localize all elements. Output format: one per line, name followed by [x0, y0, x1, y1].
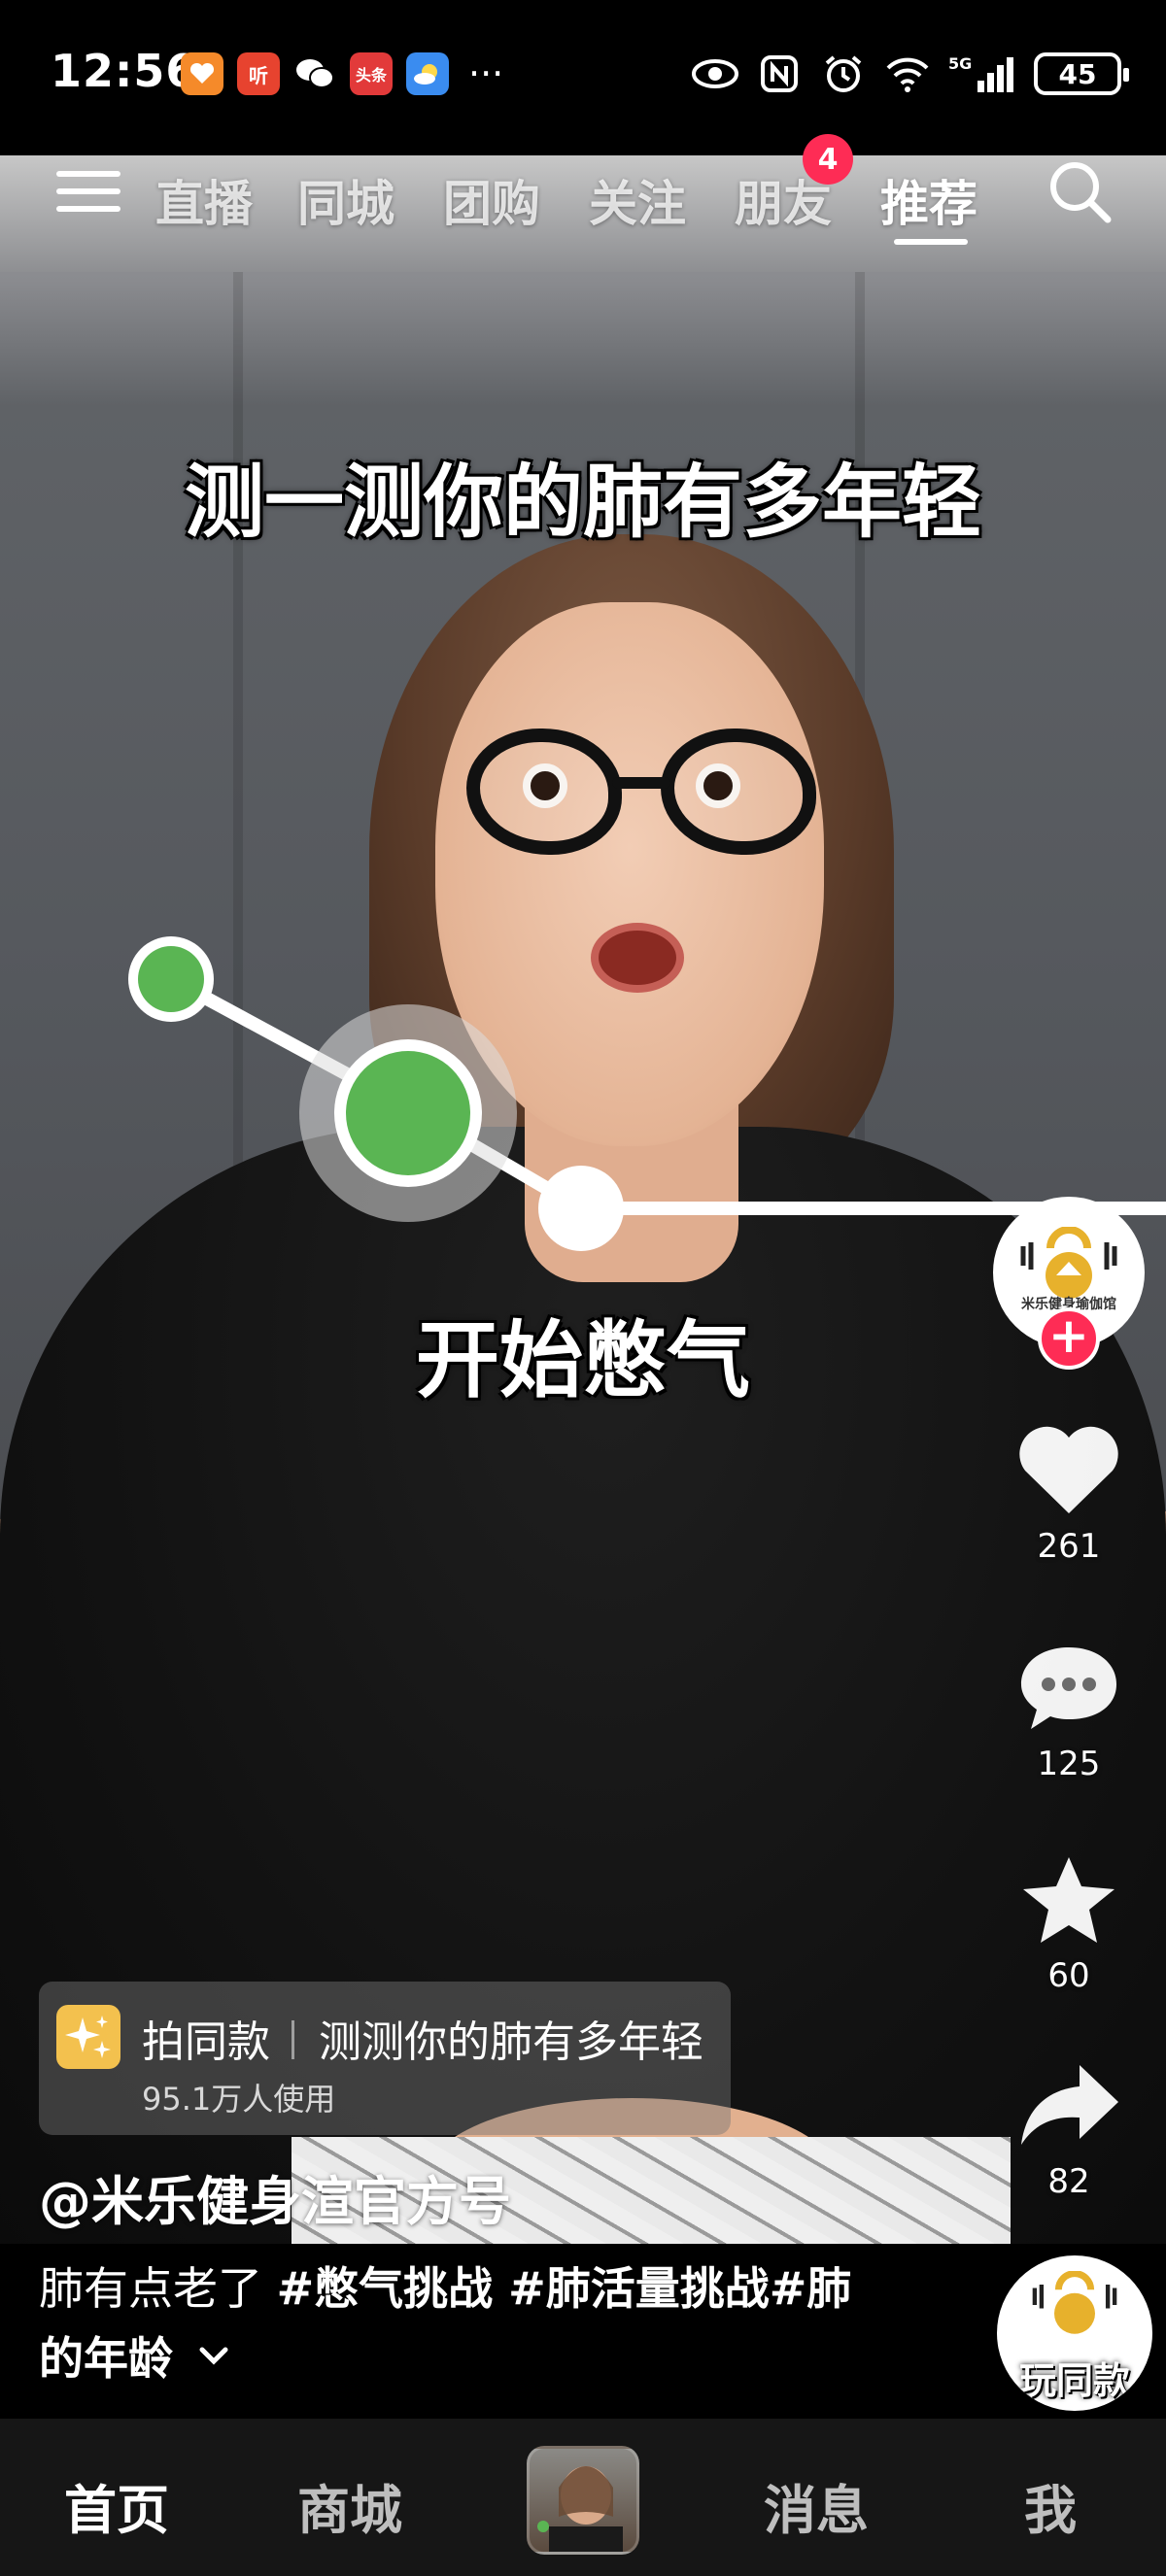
share-arrow-icon — [1021, 2065, 1118, 2145]
create-thumbnail-icon — [537, 2466, 623, 2552]
toutiao-app-icon: 头条 — [350, 52, 393, 95]
tab-nearby[interactable]: 同城 — [297, 165, 394, 235]
tab-following[interactable]: 关注 — [589, 165, 686, 235]
like-button[interactable]: 261 — [1011, 1424, 1127, 1566]
like-count: 261 — [1037, 1527, 1101, 1566]
more-notifications-icon: ··· — [468, 52, 504, 95]
wifi-icon — [884, 52, 931, 95]
nav-mall[interactable]: 商城 — [297, 2467, 402, 2544]
nfc-icon — [756, 52, 803, 95]
kettlebell-logo-icon — [1032, 2271, 1117, 2334]
taobao-icon — [181, 52, 223, 95]
battery-indicator: 45 — [1034, 52, 1129, 95]
weather-icon — [406, 52, 449, 95]
nav-me[interactable]: 我 — [1024, 2467, 1077, 2544]
play-same-button[interactable]: 玩同款 — [997, 2255, 1152, 2411]
status-app-icons: 听 头条 ··· — [181, 52, 503, 95]
comment-icon — [1021, 1647, 1116, 1729]
play-same-label: 玩同款 — [1018, 2359, 1130, 2402]
signal-5g-icon: 5G — [948, 52, 1016, 95]
author-name[interactable]: @米乐健身渲官方号 — [39, 2158, 511, 2235]
status-time: 12:56 — [51, 45, 198, 97]
video-description[interactable]: 肺有点老了 #憋气挑战 #肺活量挑战#肺 — [39, 2254, 851, 2318]
tab-recommended[interactable]: 推荐 — [880, 165, 977, 235]
tab-group-buy[interactable]: 团购 — [443, 165, 540, 235]
friends-notification-badge: 4 — [803, 134, 853, 185]
effect-name: 测测你的肺有多年轻 — [319, 2017, 703, 2067]
video-player[interactable]: 测一测你的肺有多年轻 开始憋气 — [0, 155, 1166, 2244]
description-hashtags[interactable]: #憋气挑战 #肺活量挑战#肺 — [277, 2262, 852, 2315]
sparkle-icon — [56, 2005, 120, 2069]
active-tab-indicator — [894, 239, 968, 245]
follow-button[interactable]: + — [1038, 1307, 1100, 1370]
status-bar: 12:56 听 头条 ··· 5G 45 — [0, 0, 1166, 155]
wechat-icon — [293, 52, 336, 95]
effect-label: 拍同款 — [142, 2017, 270, 2067]
system-status-icons: 5G 45 — [692, 52, 1129, 95]
chevron-down-icon[interactable] — [196, 2338, 231, 2373]
description-text: 肺有点老了 — [39, 2262, 277, 2315]
eye-icon — [692, 52, 738, 95]
favorite-count: 60 — [1047, 1956, 1090, 1995]
heart-icon — [1019, 1426, 1118, 1513]
effect-divider — [292, 2020, 294, 2059]
create-video-button[interactable] — [527, 2446, 639, 2555]
ting-app-icon: 听 — [237, 52, 280, 95]
nav-messages[interactable]: 消息 — [764, 2467, 869, 2544]
video-description-more[interactable]: 的年龄 — [39, 2323, 231, 2388]
favorite-button[interactable]: 60 — [1011, 1853, 1127, 1995]
tab-live[interactable]: 直播 — [155, 165, 253, 235]
effect-template-chip[interactable]: 拍同款 测测你的肺有多年轻 95.1万人使用 — [39, 1982, 731, 2135]
share-count: 82 — [1047, 2162, 1090, 2201]
search-icon[interactable] — [1046, 157, 1115, 227]
description-line2: 的年龄 — [39, 2332, 173, 2385]
alarm-icon — [820, 52, 867, 95]
kettlebell-logo-icon — [1020, 1226, 1117, 1299]
video-headline: 测一测你的肺有多年轻 — [184, 457, 981, 549]
nav-home[interactable]: 首页 — [64, 2467, 169, 2544]
comment-count: 125 — [1037, 1745, 1101, 1783]
share-button[interactable]: 82 — [1011, 2059, 1127, 2201]
svg-text:5G: 5G — [948, 54, 972, 73]
star-icon — [1023, 1857, 1115, 1943]
effect-users-count: 95.1万人使用 — [142, 2081, 336, 2118]
comment-button[interactable]: 125 — [1011, 1642, 1127, 1783]
menu-icon[interactable] — [56, 171, 120, 220]
video-caption: 开始憋气 — [416, 1312, 750, 1409]
